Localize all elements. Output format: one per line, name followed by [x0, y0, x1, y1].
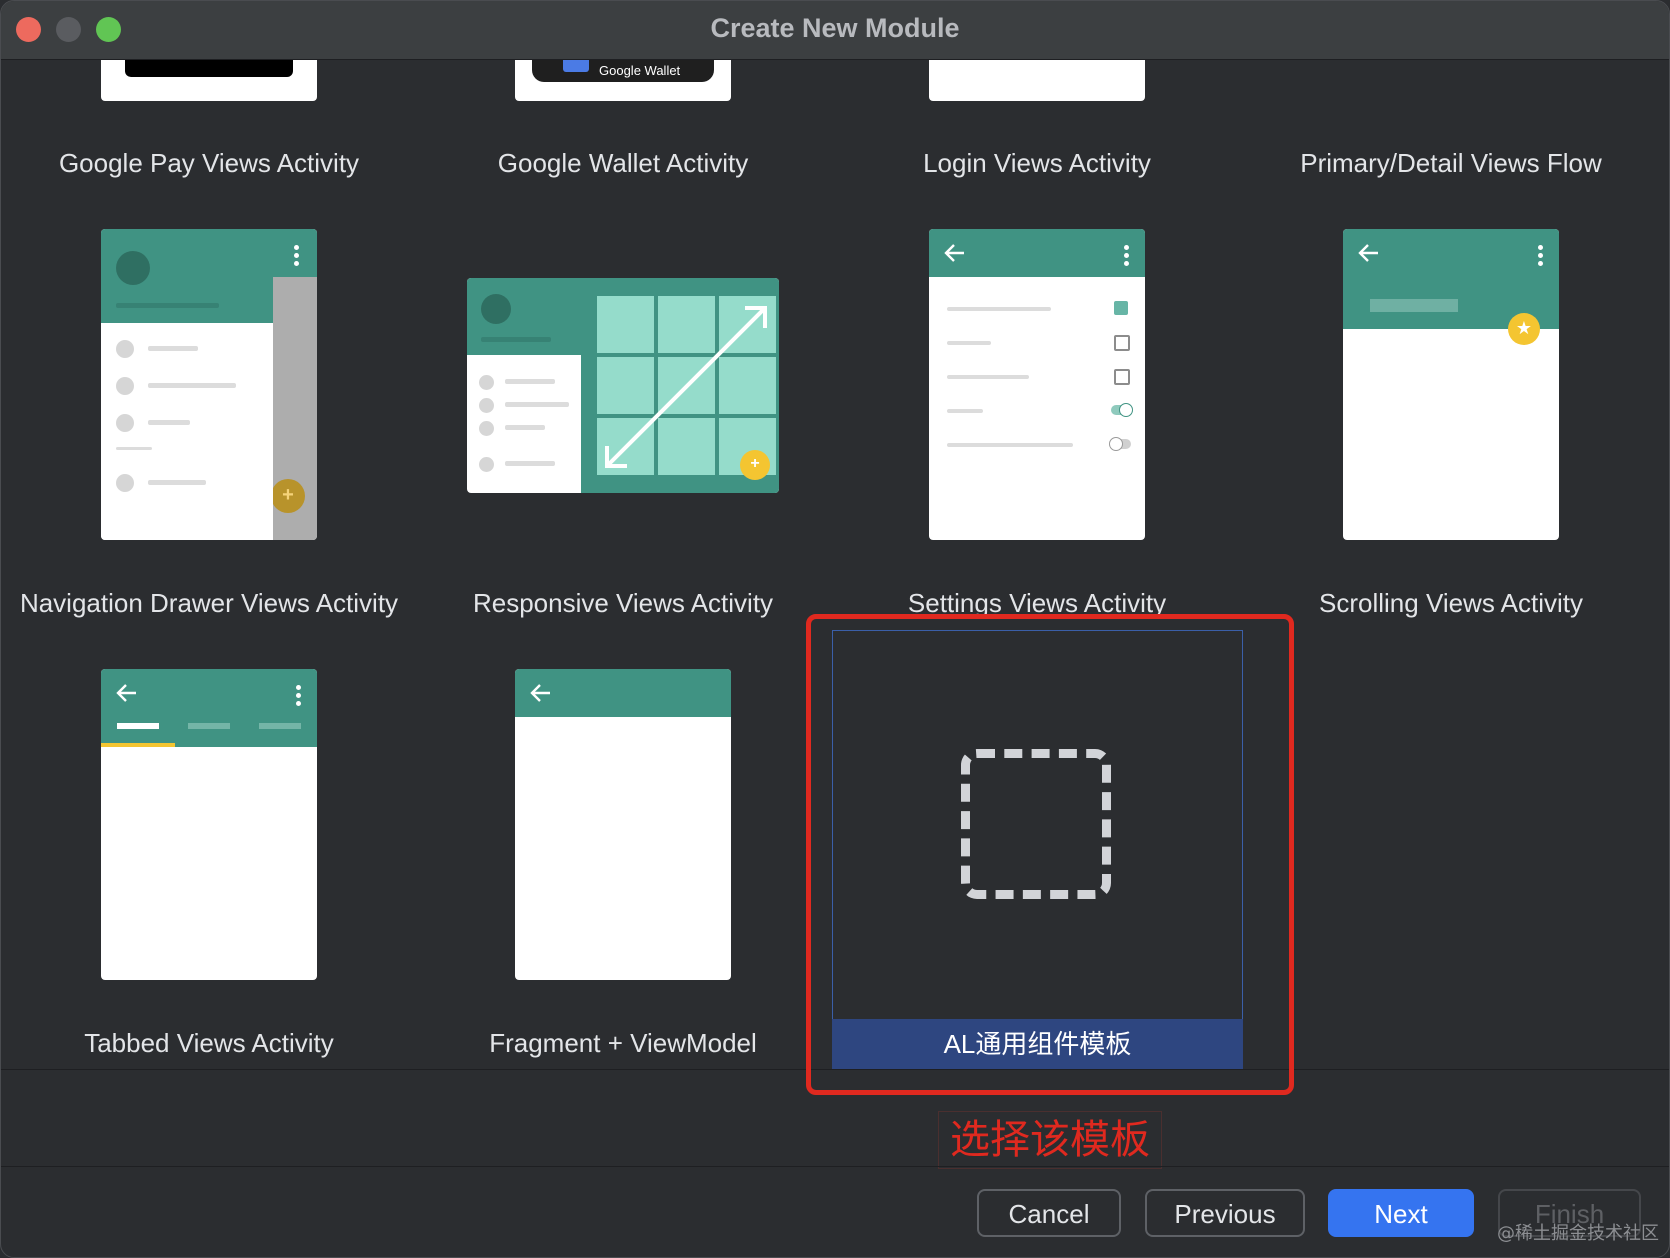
template-label: Google Wallet Activity: [497, 148, 749, 178]
previous-button[interactable]: Previous: [1145, 1189, 1305, 1237]
checkbox-icon: [1114, 335, 1130, 351]
template-label: Login Views Activity: [923, 148, 1151, 178]
title-bar: Create New Module: [1, 1, 1669, 60]
window-title: Create New Module: [710, 13, 960, 43]
template-label: Fragment + ViewModel: [489, 1028, 757, 1058]
cancel-button[interactable]: Cancel: [977, 1189, 1121, 1237]
settings-thumbnail: [929, 229, 1145, 540]
wallet-badge-text: Google Wallet: [599, 63, 681, 78]
template-label: Navigation Drawer Views Activity: [19, 588, 399, 618]
create-new-module-dialog: Create New Module Google Pay Views Activ…: [0, 0, 1670, 1258]
footer-separator: [1, 1166, 1669, 1167]
checkbox-checked-icon: [1114, 301, 1128, 315]
back-arrow-icon: [530, 684, 550, 702]
selection-highlight-box: [806, 614, 1294, 1095]
wallet-icon: [563, 60, 589, 72]
responsive-thumbnail: +: [467, 278, 779, 493]
watermark: @稀土掘金技术社区: [1497, 1223, 1659, 1244]
overflow-menu-icon: [1124, 245, 1130, 269]
template-label: Tabbed Views Activity: [84, 1028, 334, 1058]
checkbox-icon: [1114, 369, 1130, 385]
switch-off-icon: [1109, 437, 1131, 451]
google-pay-thumbnail: [101, 60, 317, 101]
overflow-menu-icon: [296, 685, 302, 709]
template-label: Responsive Views Activity: [472, 588, 774, 618]
google-wallet-thumbnail: Google Wallet: [515, 60, 731, 101]
add-icon: +: [740, 450, 770, 480]
next-button[interactable]: Next: [1328, 1189, 1474, 1237]
avatar-icon: [481, 294, 511, 324]
star-icon: ★: [1508, 313, 1540, 345]
switch-on-icon: [1111, 403, 1133, 417]
back-arrow-icon: [116, 684, 136, 702]
fragment-thumbnail: [515, 669, 731, 980]
google-pay-button-graphic: [125, 60, 293, 77]
overflow-menu-icon: [294, 245, 300, 269]
scrolling-thumbnail: ★: [1343, 229, 1559, 540]
google-wallet-button-graphic: Google Wallet: [532, 60, 714, 82]
back-arrow-icon: [1358, 244, 1378, 262]
tab-indicator: [117, 723, 159, 729]
annotation-text: 选择该模板: [938, 1111, 1162, 1169]
back-arrow-icon: [944, 244, 964, 262]
overflow-menu-icon: [1538, 245, 1544, 269]
avatar-icon: [116, 251, 150, 285]
tabbed-thumbnail: [101, 669, 317, 980]
resize-arrow-icon: [605, 306, 767, 468]
template-label: Google Pay Views Activity: [58, 148, 360, 178]
template-label: Primary/Detail Views Flow: [1300, 148, 1602, 178]
login-thumbnail: [929, 60, 1145, 101]
add-icon: +: [271, 479, 305, 513]
template-label: Scrolling Views Activity: [1319, 588, 1583, 618]
navigation-drawer-thumbnail: +: [101, 229, 317, 540]
